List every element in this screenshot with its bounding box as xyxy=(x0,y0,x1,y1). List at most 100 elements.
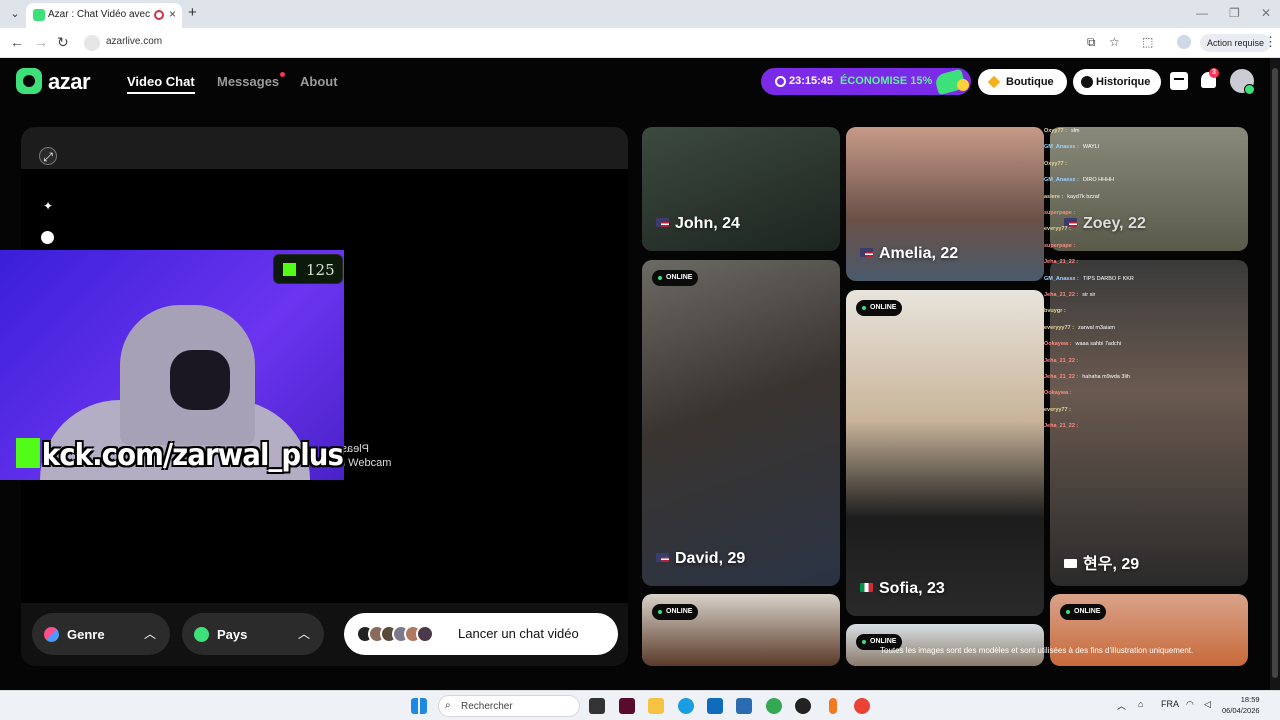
new-tab-icon[interactable]: + xyxy=(188,4,197,21)
taskbar-clock[interactable]: 18:59 06/04/2026 xyxy=(1222,694,1260,716)
chat-message: Oxyy77 : xyxy=(1044,161,1071,167)
logo-text[interactable]: azar xyxy=(48,69,91,95)
forward-icon[interactable]: → xyxy=(34,34,48,50)
genre-filter-button[interactable]: Genre ︿ xyxy=(32,613,170,655)
chrome-icon-2[interactable] xyxy=(854,698,870,714)
azar-logo-icon[interactable] xyxy=(16,68,42,94)
italy-flag-icon xyxy=(860,583,873,592)
promo-timer: 23:15:45 xyxy=(789,75,834,87)
promo-banner[interactable]: 23:15:45 ÉCONOMISE 15% xyxy=(761,68,971,96)
pays-filter-button[interactable]: Pays ︿ xyxy=(182,613,324,655)
chat-username: Jeha_21_22 : xyxy=(1044,292,1079,298)
face-filter-icon[interactable] xyxy=(41,231,54,244)
network-icon[interactable]: ⌂ xyxy=(1138,699,1143,709)
profile-card[interactable]: ONLINE Sofia, 23 xyxy=(846,290,1044,616)
chrome-icon[interactable] xyxy=(766,698,782,714)
tray-chevron-icon[interactable]: ︿ xyxy=(1117,699,1126,712)
chat-message: Jeha_21_22 : xyxy=(1044,423,1082,429)
address-bar[interactable]: azarlive.com xyxy=(80,32,1080,54)
clock-time: 18:59 xyxy=(1240,695,1260,704)
chat-username: everyy77 : xyxy=(1044,406,1071,413)
profile-card[interactable]: ONLINE xyxy=(846,624,1044,666)
tab-close-icon[interactable]: × xyxy=(169,7,176,21)
app-icon-2[interactable] xyxy=(736,698,752,714)
action-required-button[interactable]: Action requise xyxy=(1200,34,1272,52)
profile-card[interactable]: John, 24 xyxy=(642,127,840,251)
microphone-icon[interactable] xyxy=(829,698,837,714)
tab-search-chevron-icon[interactable]: ⌄ xyxy=(6,5,24,23)
taskbar-search[interactable]: ⌕ Rechercher xyxy=(438,695,580,717)
chat-message: Jeha_21_22 : xyxy=(1044,259,1082,265)
chat-username: everyyy77 : xyxy=(1044,324,1074,331)
pays-label: Pays xyxy=(217,627,248,642)
chevron-up-icon: ︿ xyxy=(143,627,156,641)
edge-icon[interactable] xyxy=(678,698,694,714)
minimize-icon[interactable]: — xyxy=(1196,6,1208,20)
chat-username: GM_Anassx : xyxy=(1044,275,1079,282)
windows-start-icon[interactable] xyxy=(411,698,427,714)
profile-card[interactable]: Amelia, 22 xyxy=(846,127,1044,281)
stream-link-overlay: kck.com/zarwal_plus xyxy=(16,438,344,480)
azar-favicon-icon xyxy=(33,9,45,21)
magic-wand-icon[interactable]: ✦ xyxy=(39,197,57,215)
back-icon[interactable]: ← xyxy=(10,34,24,50)
us-flag-icon xyxy=(656,218,669,227)
url-text: azarlive.com xyxy=(106,36,163,47)
us-flag-icon xyxy=(860,248,873,257)
nav-messages[interactable]: Messages xyxy=(217,74,279,89)
browser-menu-icon[interactable]: ⋮ xyxy=(1264,34,1277,50)
install-app-icon[interactable]: ⧉ xyxy=(1087,35,1096,50)
chat-text: zarwal m3aiam xyxy=(1077,324,1115,331)
file-explorer-icon[interactable] xyxy=(648,698,664,714)
expand-icon[interactable]: ⤢ xyxy=(39,147,57,165)
online-badge: ONLINE xyxy=(652,604,699,620)
chat-message: Jeha_21_22 : hahaha m9wda 3lih xyxy=(1044,374,1130,380)
extensions-icon[interactable]: ⬚ xyxy=(1142,35,1153,49)
launch-video-chat-button[interactable]: Lancer un chat vidéo xyxy=(344,613,618,655)
app-icon[interactable] xyxy=(619,698,635,714)
windows-taskbar: ⌕ Rechercher ︿ ⌂ FRA ◠ ◁ 18:59 06/04/202… xyxy=(0,690,1280,720)
chat-username: bvuygr : xyxy=(1044,308,1066,315)
nav-about[interactable]: About xyxy=(300,74,338,89)
browser-tab-bar: ⌄ Azar : Chat Vidéo avec de n × + — ❐ ✕ xyxy=(0,0,1280,28)
store-icon[interactable] xyxy=(707,698,723,714)
us-flag-icon xyxy=(656,553,669,562)
language-indicator[interactable]: FRA xyxy=(1161,699,1179,709)
chat-message: Jeha_21_22 : sir sir xyxy=(1044,292,1095,298)
boutique-button[interactable]: Boutique xyxy=(978,69,1067,95)
chat-message: everyy77 : xyxy=(1044,407,1075,413)
profile-card[interactable]: ONLINE David, 29 xyxy=(642,260,840,586)
maximize-icon[interactable]: ❐ xyxy=(1229,6,1240,20)
genre-label: Genre xyxy=(67,627,105,642)
gem-icon xyxy=(987,75,1001,89)
avatar-thumb xyxy=(416,625,434,643)
window-close-icon[interactable]: ✕ xyxy=(1261,6,1271,20)
korea-flag-icon xyxy=(1064,559,1077,568)
browser-profile-avatar[interactable] xyxy=(1177,35,1191,49)
obs-icon[interactable] xyxy=(795,698,811,714)
browser-tab[interactable]: Azar : Chat Vidéo avec de n × xyxy=(26,3,182,28)
chat-text: DIRO HHHH xyxy=(1082,177,1115,184)
wifi-icon[interactable]: ◠ xyxy=(1186,699,1194,710)
bookmark-star-icon[interactable]: ☆ xyxy=(1109,35,1120,49)
avatar-stack xyxy=(356,625,436,643)
streamer-mask xyxy=(170,350,230,410)
disclaimer-text: Toutes les images sont des modèles et so… xyxy=(880,646,1194,655)
stream-link-text: kck.com/zarwal_plus xyxy=(41,438,344,473)
promo-coin-decoration xyxy=(957,79,969,91)
historique-button[interactable]: Historique xyxy=(1073,69,1161,95)
inbox-icon[interactable] xyxy=(1170,72,1188,90)
user-avatar[interactable] xyxy=(1230,69,1255,95)
site-info-icon[interactable] xyxy=(84,35,100,51)
page-scrollbar[interactable] xyxy=(1270,58,1280,690)
historique-label: Historique xyxy=(1096,76,1151,88)
task-view-icon[interactable] xyxy=(589,698,605,714)
profile-card[interactable]: ONLINE xyxy=(1050,594,1248,666)
nav-video-chat[interactable]: Video Chat xyxy=(127,74,195,94)
chat-message: Jeha_21_22 : xyxy=(1044,358,1082,364)
reload-icon[interactable]: ↻ xyxy=(57,34,69,51)
volume-icon[interactable]: ◁ xyxy=(1204,699,1211,710)
profile-card[interactable]: ONLINE xyxy=(642,594,840,666)
chat-text: TIPS DARBO F KKR xyxy=(1082,275,1134,282)
boutique-label: Boutique xyxy=(1006,76,1054,88)
